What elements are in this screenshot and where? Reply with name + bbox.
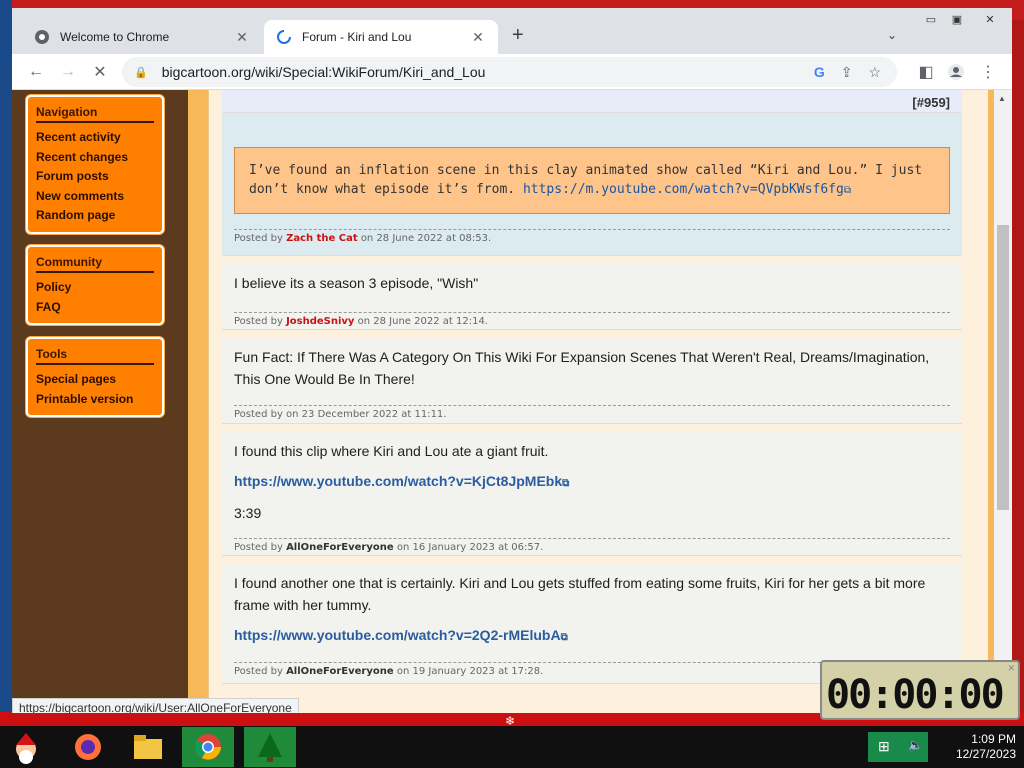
youtube-link[interactable]: https://www.youtube.com/watch?v=KjCt8JpM…	[234, 473, 569, 489]
stop-loading-button[interactable]: ✕	[84, 58, 116, 86]
close-icon[interactable]: ✕	[1007, 663, 1015, 674]
tab-title: Welcome to Chrome	[60, 30, 170, 44]
status-bar-url: https://bigcartoon.org/wiki/User:AllOneF…	[12, 698, 299, 713]
sidebar-link-recent-activity[interactable]: Recent activity	[36, 128, 154, 148]
community-heading: Community	[36, 255, 154, 273]
author-link[interactable]: AllOneForEveryone	[286, 542, 394, 553]
post-meta: Posted by on 23 December 2022 at 11:11.	[234, 405, 950, 420]
forum-post: I believe its a season 3 episode, "Wish"…	[222, 264, 962, 330]
page-content: Navigation Recent activity Recent change…	[12, 90, 1012, 713]
countdown-timer-widget[interactable]: ✕ 00:00:00	[820, 660, 1020, 720]
post-number: [#959]	[912, 95, 950, 110]
post-text: I found another one that is certainly. K…	[234, 575, 926, 613]
post-text: Fun Fact: If There Was A Category On Thi…	[234, 349, 930, 387]
back-button[interactable]: ←	[20, 58, 52, 86]
maximize-button[interactable]: ▣	[944, 10, 970, 28]
external-link-icon: ⧉	[560, 632, 568, 643]
post-link-container: https://www.youtube.com/watch?v=2Q2-rMEl…	[222, 616, 962, 649]
author-link[interactable]: AllOneForEveryone	[286, 666, 394, 677]
navigation-box: Navigation Recent activity Recent change…	[26, 95, 164, 234]
close-window-button[interactable]: ✕	[972, 10, 1008, 28]
chrome-taskbar-icon[interactable]	[182, 727, 234, 767]
sidebar-link-printable-version[interactable]: Printable version	[36, 390, 154, 410]
community-box: Community Policy FAQ	[26, 245, 164, 325]
quote-youtube-link[interactable]: https://m.youtube.com/watch?v=QVpbKWsf6f…	[523, 182, 851, 197]
sidebar-link-policy[interactable]: Policy	[36, 278, 154, 298]
url-text: bigcartoon.org/wiki/Special:WikiForum/Ki…	[161, 64, 486, 80]
post-meta: Posted by JoshdeSnivy on 28 June 2022 at…	[234, 312, 950, 327]
file-explorer-icon[interactable]	[122, 727, 174, 767]
tools-heading: Tools	[36, 347, 154, 365]
quote-box: I’ve found an inflation scene in this cl…	[234, 147, 950, 214]
post-meta: Posted by AllOneForEveryone on 16 Januar…	[234, 538, 950, 553]
sidebar-link-recent-changes[interactable]: Recent changes	[36, 148, 154, 168]
post-text: I believe its a season 3 episode, "Wish"	[234, 275, 479, 291]
post-link-container: https://www.youtube.com/watch?v=KjCt8JpM…	[222, 462, 962, 495]
desktop-background-left	[0, 0, 12, 728]
close-tab-icon[interactable]: ✕	[234, 29, 250, 46]
external-link-icon: ⧉	[562, 478, 570, 489]
clock-date: 12/27/2023	[955, 747, 1016, 761]
forum-post: Fun Fact: If There Was A Category On Thi…	[222, 338, 962, 424]
sidebar-link-special-pages[interactable]: Special pages	[36, 370, 154, 390]
network-icon[interactable]: ⊞	[878, 738, 890, 755]
scrollbar-thumb[interactable]	[997, 225, 1009, 510]
chrome-window: Welcome to Chrome ✕ Forum - Kiri and Lou…	[12, 8, 1012, 713]
tab-title: Forum - Kiri and Lou	[302, 30, 412, 44]
forum-post: I found this clip where Kiri and Lou ate…	[222, 432, 962, 556]
lock-icon: 🔒	[134, 66, 148, 79]
chrome-icon	[34, 29, 50, 45]
share-icon[interactable]: ⇪	[841, 64, 853, 81]
post-text: I found this clip where Kiri and Lou ate…	[234, 443, 549, 459]
forum-post: I’ve found an inflation scene in this cl…	[222, 113, 962, 256]
wiki-sidebar: Navigation Recent activity Recent change…	[12, 90, 188, 713]
clock-time: 1:09 PM	[971, 732, 1016, 746]
profile-icon[interactable]	[940, 58, 972, 86]
side-panel-icon[interactable]: ◧	[910, 58, 942, 86]
post-timestamp: 3:39	[234, 505, 262, 521]
start-button-santa-icon[interactable]	[0, 727, 52, 767]
tab-forum-kiri-and-lou[interactable]: Forum - Kiri and Lou ✕	[264, 20, 498, 54]
bookmark-star-icon[interactable]: ☆	[868, 64, 881, 81]
volume-icon[interactable]: 🔈	[908, 738, 923, 752]
google-icon[interactable]: G	[814, 64, 825, 80]
sidebar-link-new-comments[interactable]: New comments	[36, 187, 154, 207]
address-bar[interactable]: 🔒 bigcartoon.org/wiki/Special:WikiForum/…	[122, 57, 897, 87]
taskbar-clock[interactable]: 1:09 PM 12/27/2023	[940, 732, 1016, 762]
minimize-button[interactable]: ▭	[918, 10, 944, 28]
menu-kebab-icon[interactable]: ⋮	[972, 58, 1004, 86]
tab-welcome-to-chrome[interactable]: Welcome to Chrome ✕	[22, 20, 262, 54]
navigation-heading: Navigation	[36, 105, 154, 123]
tab-strip: Welcome to Chrome ✕ Forum - Kiri and Lou…	[12, 8, 1012, 54]
sidebar-link-forum-posts[interactable]: Forum posts	[36, 167, 154, 187]
post-header: [#959]	[222, 90, 962, 113]
tools-box: Tools Special pages Printable version	[26, 337, 164, 417]
external-link-icon: ⧉	[843, 185, 851, 196]
timer-display: 00:00:00	[826, 672, 1005, 718]
new-tab-button[interactable]: +	[512, 24, 524, 47]
author-link[interactable]: JoshdeSnivy	[286, 316, 354, 327]
post-meta: Posted by Zach the Cat on 28 June 2022 a…	[234, 229, 950, 244]
sidebar-link-faq[interactable]: FAQ	[36, 298, 154, 318]
loading-spinner-icon	[276, 29, 292, 45]
page-scrollbar[interactable]: ▲ ▼	[994, 90, 1012, 713]
firefox-icon[interactable]	[62, 727, 114, 767]
christmas-tree-icon[interactable]	[244, 727, 296, 767]
close-tab-icon[interactable]: ✕	[470, 29, 486, 46]
sidebar-link-random-page[interactable]: Random page	[36, 206, 154, 226]
tab-search-chevron-icon[interactable]: ⌄	[887, 28, 897, 42]
forward-button[interactable]: →	[52, 58, 84, 86]
scroll-up-icon[interactable]: ▲	[998, 94, 1006, 103]
youtube-link[interactable]: https://www.youtube.com/watch?v=2Q2-rMEl…	[234, 627, 568, 643]
system-tray[interactable]: ⊞ 🔈	[868, 732, 928, 762]
browser-toolbar: ← → ✕ 🔒 bigcartoon.org/wiki/Special:Wiki…	[12, 54, 1012, 90]
author-link[interactable]: Zach the Cat	[286, 233, 358, 244]
